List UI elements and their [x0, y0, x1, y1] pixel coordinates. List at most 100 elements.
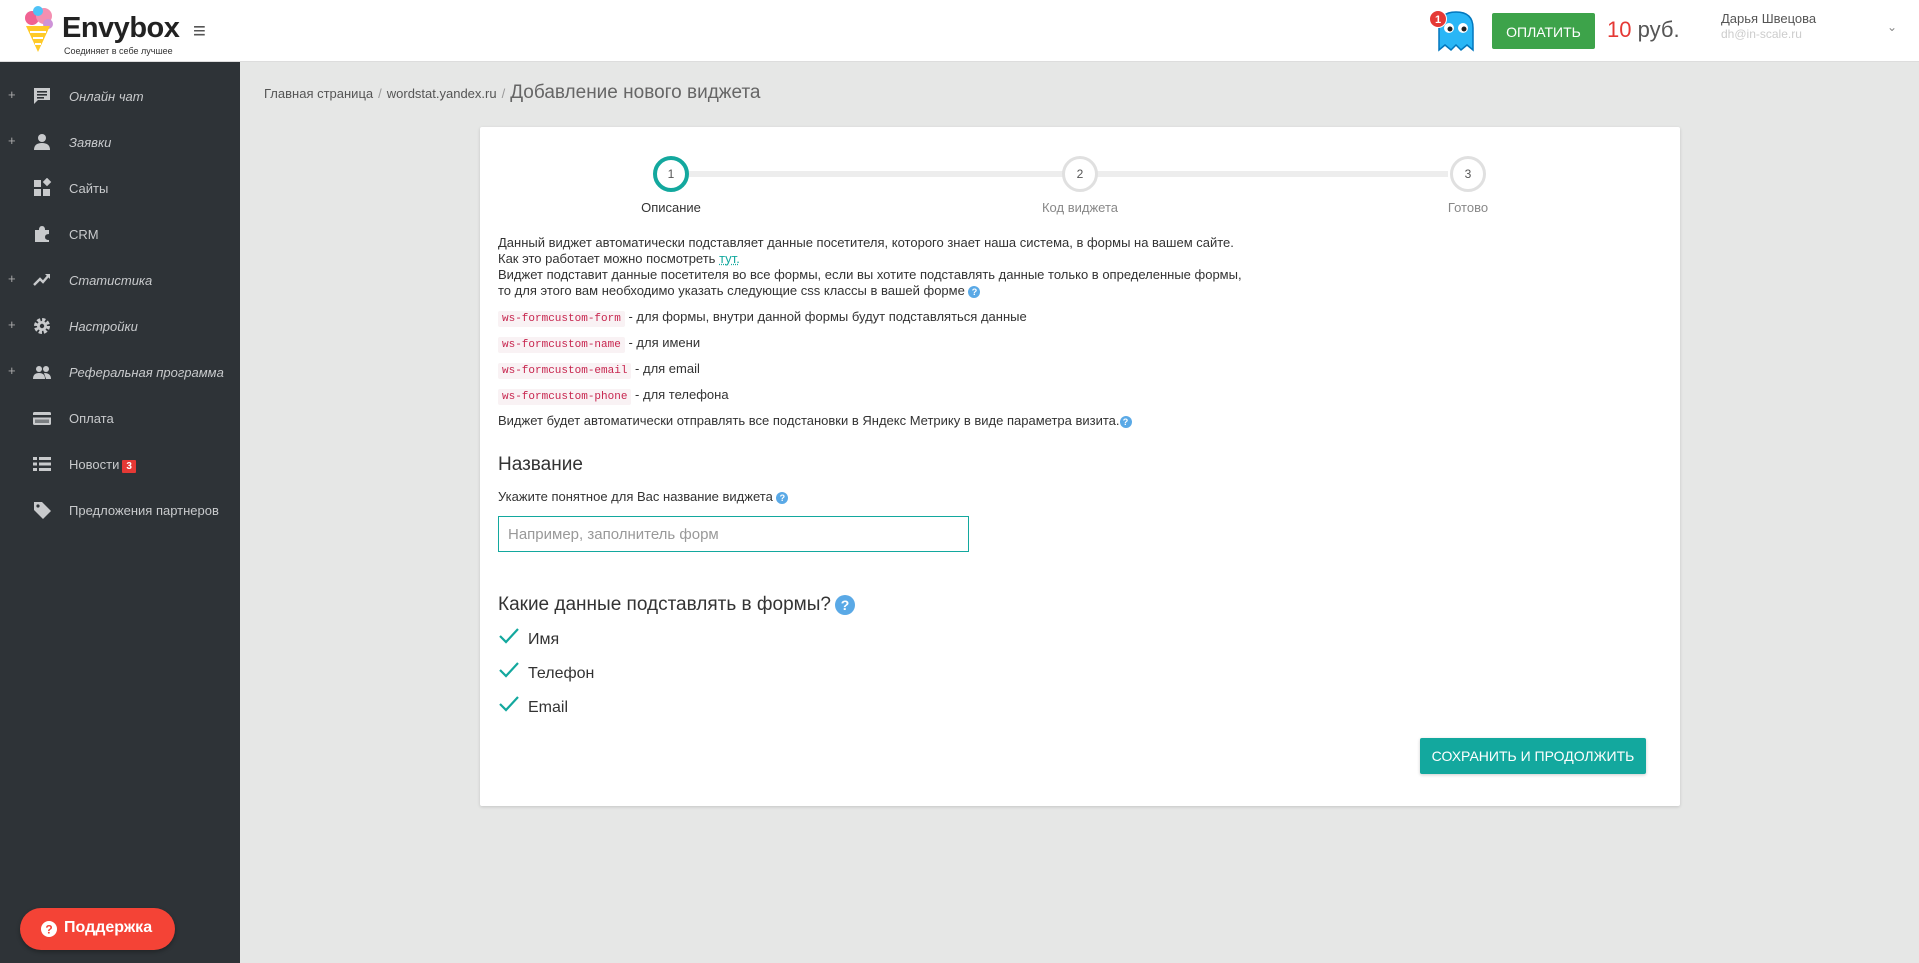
step-2-circle[interactable]: 2 [1062, 156, 1098, 192]
chat-icon [34, 88, 50, 104]
sidebar-item-label: Настройки [69, 319, 138, 334]
user-email: dh@in-scale.ru [1721, 27, 1802, 41]
logo-name: Envybox [62, 12, 180, 44]
description-text: Как это работает можно посмотреть [498, 251, 716, 266]
help-icon[interactable]: ? [968, 285, 981, 298]
widget-form-card: 1 2 3 Описание Код виджета Готово Данный… [480, 127, 1680, 806]
sidebar-item-label: Новости [69, 457, 120, 472]
how-it-works-link[interactable]: тут. [719, 251, 740, 266]
description-text: то для этого вам необходимо указать след… [498, 283, 965, 298]
name-section-title: Название [498, 454, 583, 475]
expand-plus-icon[interactable]: + [8, 87, 16, 102]
widget-description: Данный виджет автоматически подставляет … [498, 235, 1242, 299]
breadcrumb-home-link[interactable]: Главная страница [264, 86, 373, 101]
css-class-description: - для имени [628, 335, 701, 350]
credit-card-icon [33, 412, 51, 425]
hamburger-menu-icon[interactable]: ≡ [193, 20, 206, 42]
help-icon[interactable]: ? [834, 594, 855, 615]
sidebar-item-referral[interactable]: + Реферальная программа [0, 352, 240, 394]
metrika-text: Виджет будет автоматически отправлять вс… [498, 413, 1120, 428]
css-class-code: ws-formcustom-name [498, 337, 625, 353]
svg-text:?: ? [45, 923, 52, 937]
css-class-row: ws-formcustom-form - для формы, внутри д… [498, 309, 1027, 327]
expand-plus-icon[interactable]: + [8, 363, 16, 378]
breadcrumb-separator: / [378, 86, 382, 101]
css-class-description: - для телефона [635, 387, 729, 402]
sidebar-item-settings[interactable]: + Настройки [0, 306, 240, 348]
chevron-down-icon[interactable]: ⌄ [1887, 20, 1897, 34]
trending-up-icon [33, 274, 50, 286]
widget-name-input[interactable] [498, 516, 969, 552]
save-and-continue-button[interactable]: СОХРАНИТЬ И ПРОДОЛЖИТЬ [1420, 738, 1646, 774]
balance: 10 руб. [1607, 17, 1680, 43]
option-label: Имя [528, 631, 560, 648]
expand-plus-icon[interactable]: + [8, 317, 16, 332]
help-icon[interactable]: ? [1119, 415, 1132, 428]
step-1-circle[interactable]: 1 [653, 156, 689, 192]
sidebar-item-label: CRM [69, 227, 99, 242]
step-2-label: Код виджета [1041, 200, 1118, 215]
css-class-description: - для формы, внутри данной формы будут п… [628, 309, 1027, 324]
logo-tagline: Соединяет в себе лучшее [64, 46, 173, 56]
breadcrumb-separator: / [501, 86, 506, 101]
gear-icon [34, 318, 50, 334]
scrollbar[interactable] [1900, 62, 1919, 963]
user-menu[interactable]: Дарья Швецова dh@in-scale.ru [1721, 11, 1816, 41]
sidebar-item-label: Оплата [69, 411, 114, 426]
css-class-row: ws-formcustom-email - для email [498, 361, 700, 379]
data-section-title: Какие данные подставлять в формы?? [498, 594, 855, 616]
expand-plus-icon[interactable]: + [8, 133, 16, 148]
checkmark-icon [499, 662, 519, 678]
step-3-circle[interactable]: 3 [1450, 156, 1486, 192]
sidebar-item-label: Онлайн чат [69, 89, 144, 104]
sidebar-item-news[interactable]: Новости 3 [0, 444, 240, 486]
expand-plus-icon[interactable]: + [8, 271, 16, 286]
sidebar-item-statistics[interactable]: + Статистика [0, 260, 240, 302]
support-button[interactable]: ? Поддержка [20, 908, 175, 950]
list-icon [33, 457, 51, 471]
sidebar-item-partner-offers[interactable]: Предложения партнеров [0, 490, 240, 532]
step-1-label: Описание [641, 200, 701, 215]
data-section-title-text: Какие данные подставлять в формы? [498, 594, 831, 615]
sidebar-item-label: Сайты [69, 181, 109, 196]
balance-currency: руб. [1637, 17, 1680, 42]
description-line: Данный виджет автоматически подставляет … [498, 235, 1234, 250]
widgets-icon [34, 178, 52, 196]
description-line: то для этого вам необходимо указать след… [498, 283, 1242, 299]
page-title: Добавление нового виджета [510, 82, 761, 103]
step-3-label: Готово [1447, 200, 1489, 215]
name-hint: Укажите понятное для Вас название виджет… [498, 489, 789, 504]
help-icon[interactable]: ? [776, 491, 789, 504]
sidebar-item-label: Заявки [69, 135, 112, 150]
sidebar-item-label: Реферальная программа [69, 365, 224, 380]
news-count-badge: 3 [122, 460, 136, 473]
pay-button[interactable]: ОПЛАТИТЬ [1492, 13, 1595, 49]
people-icon [33, 366, 51, 379]
envybox-logo[interactable]: Envybox Соединяет в себе лучшее [22, 6, 182, 56]
tag-icon [34, 502, 51, 519]
sidebar-item-payment[interactable]: Оплата [0, 398, 240, 440]
css-class-code: ws-formcustom-phone [498, 389, 632, 405]
css-class-row: ws-formcustom-name - для имени [498, 335, 701, 353]
css-class-code: ws-formcustom-email [498, 363, 632, 379]
user-name: Дарья Швецова [1721, 11, 1817, 26]
sidebar-item-online-chat[interactable]: + Онлайн чат [0, 76, 240, 118]
notification-count-badge: 1 [1429, 10, 1447, 28]
sidebar-item-news-label: Новости 3 [69, 457, 136, 473]
balance-amount: 10 [1607, 17, 1632, 42]
breadcrumb: Главная страница / wordstat.yandex.ru / Доба… [264, 82, 761, 104]
ice-cream-logo-icon [25, 6, 53, 52]
help-circle-icon: ? [41, 921, 57, 937]
puzzle-icon [35, 226, 49, 242]
sidebar-item-crm[interactable]: CRM [0, 214, 240, 256]
support-label: Поддержка [64, 919, 153, 936]
option-label: Телефон [528, 665, 595, 682]
sidebar-item-label: Статистика [69, 273, 153, 288]
css-class-row: ws-formcustom-phone - для телефона [498, 387, 729, 405]
sidebar-item-sites[interactable]: Сайты [0, 168, 240, 210]
metrika-note: Виджет будет автоматически отправлять вс… [498, 413, 1132, 428]
sidebar-item-requests[interactable]: + Заявки [0, 122, 240, 164]
css-class-description: - для email [635, 361, 700, 376]
breadcrumb-site-link[interactable]: wordstat.yandex.ru [387, 86, 497, 101]
person-icon [34, 134, 50, 150]
